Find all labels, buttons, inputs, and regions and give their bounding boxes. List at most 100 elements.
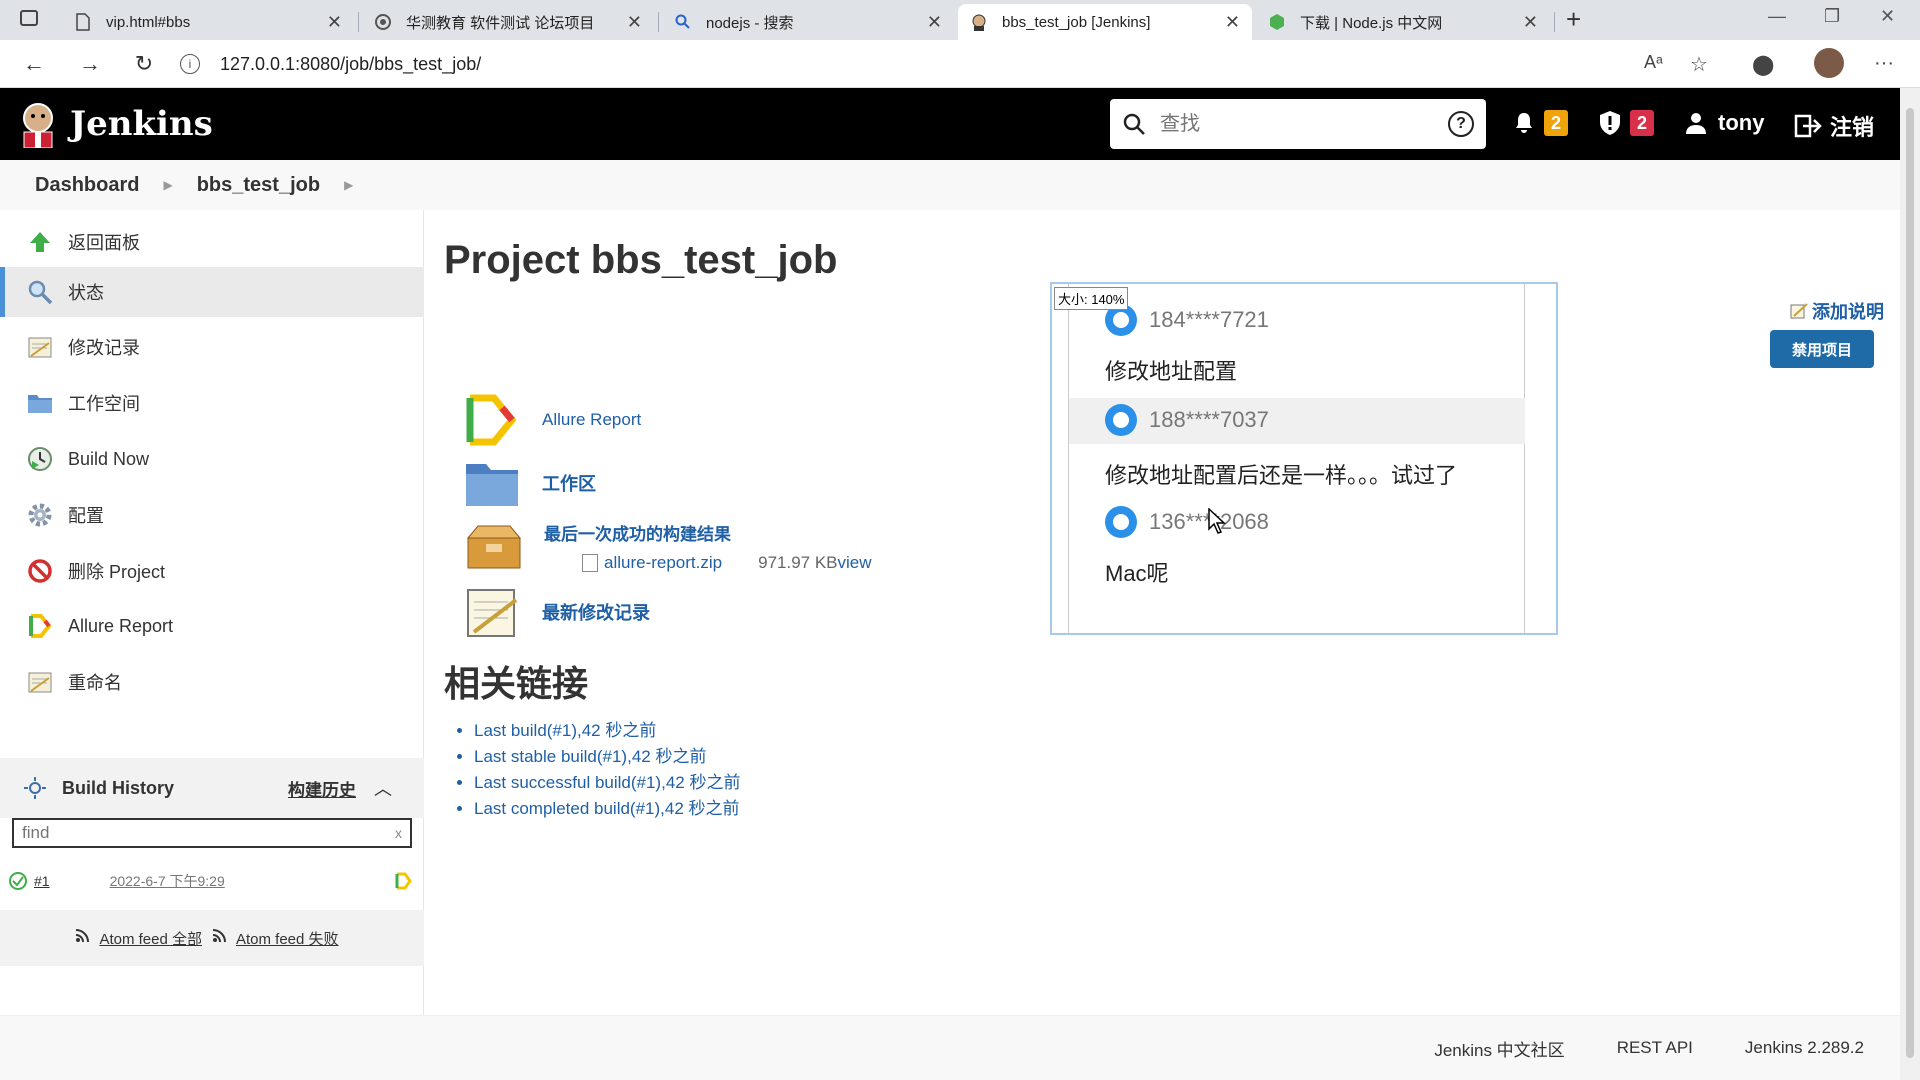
scrollbar[interactable] [1900, 88, 1920, 1080]
shield-icon [1600, 111, 1620, 135]
last-success-link[interactable]: 最后一次成功的构建结果 [544, 520, 872, 545]
comment-user-name: 184****7721 [1149, 307, 1269, 332]
breadcrumb-dashboard[interactable]: Dashboard [35, 174, 139, 197]
community-link[interactable]: Jenkins 中文社区 [1434, 1036, 1564, 1061]
extension-icon[interactable]: ⬤ [1752, 52, 1774, 77]
side-panel: 返回面板 状态 修改记录 工作空间 Build Now 配置 删除 Projec… [0, 210, 424, 1015]
scrollbar-thumb[interactable] [1906, 108, 1914, 1058]
package-icon [466, 525, 522, 569]
minimize-icon[interactable]: — [1768, 6, 1786, 27]
zoom-level-label: 大小: 140% [1054, 287, 1129, 310]
build-number-link[interactable]: #1 [34, 873, 50, 889]
allure-report-link[interactable]: Allure Report [542, 410, 641, 430]
close-icon[interactable]: ✕ [1523, 12, 1538, 33]
task-changes[interactable]: 修改记录 [0, 322, 424, 372]
task-back-to-dashboard[interactable]: 返回面板 [0, 217, 424, 267]
url-field[interactable]: i 127.0.0.1:8080/job/bbs_test_job/ [180, 46, 1640, 82]
related-link-last-stable[interactable]: Last stable build(#1),42 秒之前 [474, 744, 740, 770]
url-text: 127.0.0.1:8080/job/bbs_test_job/ [220, 53, 482, 74]
close-icon[interactable]: ✕ [627, 12, 642, 33]
task-build-now[interactable]: Build Now [0, 434, 424, 484]
browser-tab-bar: vip.html#bbs ✕ 华测教育 软件测试 论坛项目 ✕ nodejs -… [0, 0, 1920, 40]
notepad-icon [26, 333, 54, 361]
no-entry-icon [26, 557, 54, 585]
browser-tab[interactable]: nodejs - 搜索 ✕ [662, 4, 954, 40]
version-link[interactable]: Jenkins 2.289.2 [1745, 1038, 1864, 1058]
task-status[interactable]: 状态 [0, 267, 424, 317]
favorites-icon[interactable]: ☆ [1690, 52, 1708, 77]
logout-button[interactable]: 注销 [1794, 110, 1874, 142]
task-workspace[interactable]: 工作空间 [0, 378, 424, 428]
artifact-view-link[interactable]: view [838, 553, 872, 573]
reload-icon[interactable]: ↻ [128, 48, 160, 80]
logout-label: 注销 [1830, 115, 1875, 140]
jenkins-brand[interactable]: Jenkins [70, 104, 213, 144]
comment-text: 修改地址配置 [1105, 359, 1238, 384]
tab-title: vip.html#bbs [106, 13, 191, 31]
task-label: 配置 [68, 506, 104, 526]
add-description-link[interactable]: 添加说明 [1790, 298, 1884, 324]
action-recent-changes[interactable]: 最新修改记录 [464, 584, 650, 640]
action-workspace[interactable]: 工作区 [464, 458, 596, 508]
bell-icon [1516, 113, 1532, 133]
page-title: Project bbs_test_job [444, 238, 838, 282]
clear-icon[interactable]: x [395, 825, 402, 841]
atom-feed-failed-link[interactable]: Atom feed 失败 [236, 928, 339, 949]
folder-icon [466, 464, 518, 506]
related-link-last-completed[interactable]: Last completed build(#1),42 秒之前 [474, 796, 740, 822]
chevron-right-icon[interactable]: ▶ [344, 178, 353, 192]
atom-feed-all-link[interactable]: Atom feed 全部 [99, 928, 202, 949]
browser-tab[interactable]: 下载 | Node.js 中文网 ✕ [1256, 4, 1550, 40]
close-icon[interactable]: ✕ [1225, 12, 1240, 33]
jenkins-header: Jenkins ? 2 2 tony 注销 [0, 88, 1900, 160]
related-links-list: Last build(#1),42 秒之前 Last stable build(… [474, 718, 740, 822]
jenkins-logo-icon[interactable] [18, 100, 58, 148]
chevron-right-icon[interactable]: ▶ [163, 178, 172, 192]
build-date-link[interactable]: 2022-6-7 下午9:29 [110, 871, 225, 891]
security-button[interactable]: 2 [1598, 110, 1654, 136]
rss-icon [212, 929, 226, 947]
forward-icon[interactable]: → [74, 48, 106, 80]
back-icon[interactable]: ← [18, 48, 50, 80]
disable-project-button[interactable]: 禁用项目 [1770, 330, 1874, 368]
breadcrumb: Dashboard ▶ bbs_test_job ▶ [0, 160, 1900, 210]
breadcrumb-job[interactable]: bbs_test_job [197, 174, 320, 197]
read-aloud-icon[interactable]: Aᵃ [1644, 52, 1663, 73]
browser-tab[interactable]: 华测教育 软件测试 论坛项目 ✕ [362, 4, 654, 40]
address-bar: ← → ↻ i 127.0.0.1:8080/job/bbs_test_job/… [0, 40, 1920, 88]
build-trend-link[interactable]: 构建历史 [288, 776, 356, 801]
help-icon[interactable]: ? [1448, 111, 1474, 137]
new-tab-icon[interactable]: + [1566, 4, 1581, 35]
allure-icon[interactable] [394, 872, 412, 890]
close-icon[interactable]: ✕ [927, 12, 942, 33]
task-configure[interactable]: 配置 [0, 490, 424, 540]
related-link-last-build[interactable]: Last build(#1),42 秒之前 [474, 718, 740, 744]
notifications-button[interactable]: 2 [1512, 110, 1568, 136]
browser-tab[interactable]: vip.html#bbs ✕ [62, 4, 354, 40]
workspace-link[interactable]: 工作区 [542, 470, 596, 496]
artifact-link[interactable]: allure-report.zip [604, 553, 722, 573]
restore-icon[interactable]: ❐ [1824, 6, 1840, 27]
folder-icon [26, 389, 54, 417]
tab-actions-icon[interactable] [20, 10, 38, 26]
build-filter-input[interactable] [22, 823, 395, 843]
browser-tab-active[interactable]: bbs_test_job [Jenkins] ✕ [958, 4, 1252, 40]
comment-text: 修改地址配置后还是一样。。。试过了 [1105, 463, 1458, 488]
chevron-up-icon[interactable]: ︿ [374, 775, 392, 801]
atom-feeds: Atom feed 全部 Atom feed 失败 [0, 910, 424, 966]
rest-api-link[interactable]: REST API [1617, 1038, 1693, 1058]
more-icon[interactable]: ··· [1874, 52, 1894, 75]
profile-avatar[interactable] [1814, 48, 1844, 78]
close-window-icon[interactable]: ✕ [1880, 6, 1895, 27]
close-icon[interactable]: ✕ [327, 12, 342, 33]
task-rename[interactable]: 重命名 [0, 657, 424, 707]
search-input[interactable] [1160, 112, 1448, 136]
info-icon[interactable]: i [180, 54, 200, 74]
task-allure-report[interactable]: Allure Report [0, 601, 424, 651]
action-allure-report[interactable]: Allure Report [464, 394, 641, 446]
recent-changes-link[interactable]: 最新修改记录 [542, 599, 650, 625]
related-link-last-successful[interactable]: Last successful build(#1),42 秒之前 [474, 770, 740, 796]
user-button[interactable]: tony [1684, 110, 1764, 136]
task-delete-project[interactable]: 删除 Project [0, 546, 424, 596]
build-filter: x [12, 818, 412, 848]
